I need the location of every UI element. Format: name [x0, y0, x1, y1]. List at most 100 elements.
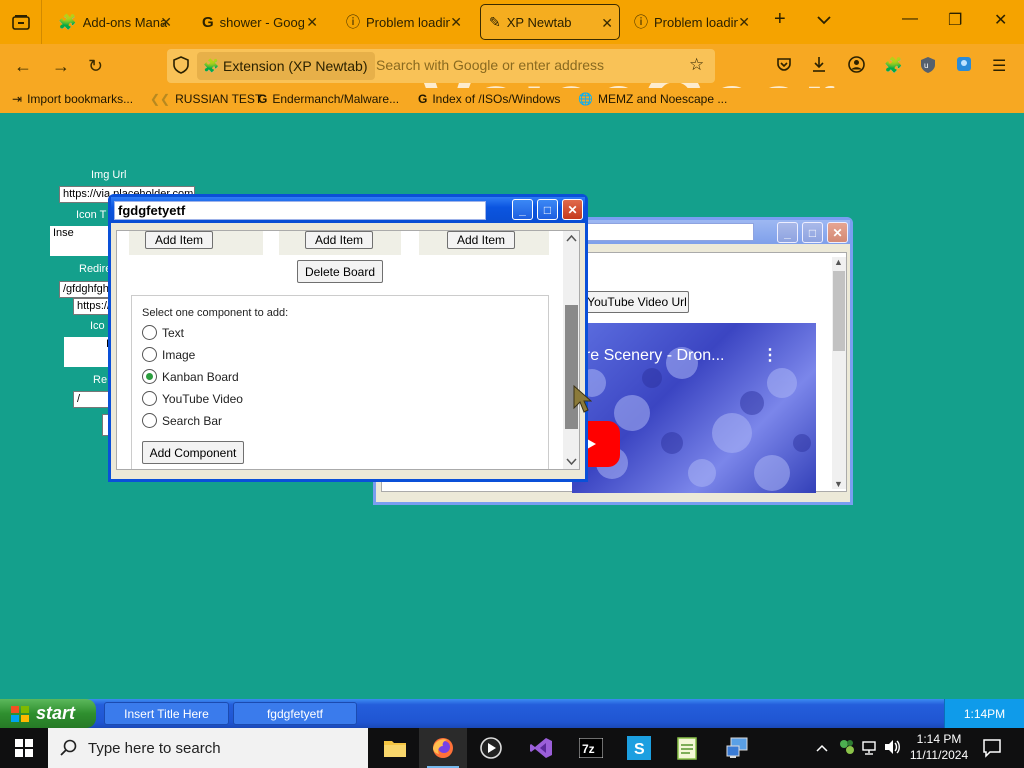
- new-tab-plus-icon[interactable]: +: [774, 8, 786, 31]
- radio-search-bar[interactable]: Search Bar: [142, 413, 222, 428]
- scroll-up-icon[interactable]: [566, 234, 577, 242]
- restore-icon[interactable]: ❐: [948, 10, 962, 30]
- taskbar-notepad-plus[interactable]: [663, 728, 711, 768]
- extension-blue-icon[interactable]: [956, 56, 972, 77]
- bookmark-isos[interactable]: G Index of /ISOs/Windows: [418, 92, 560, 106]
- delete-board-button[interactable]: Delete Board: [297, 260, 383, 283]
- radio-button[interactable]: [142, 413, 157, 428]
- bookmark-russian-test[interactable]: ❮❮ RUSSIAN TEST: [150, 92, 262, 106]
- youtube-video-player[interactable]: ure Scenery - Dron... ⋮: [572, 323, 816, 493]
- minimize-icon[interactable]: _: [777, 222, 798, 243]
- radio-text[interactable]: Text: [142, 325, 184, 340]
- close-icon[interactable]: ✕: [450, 14, 462, 31]
- radio-youtube-video[interactable]: YouTube Video: [142, 391, 243, 406]
- browser-nav-bar: VoiceGear ← → ↻ 🧩 Extension (XP Newtab) …: [0, 44, 1024, 88]
- tab-problem-loading-1[interactable]: ⓘ Problem loading page ✕: [338, 4, 468, 40]
- youtube-video-url-button[interactable]: YouTube Video Url: [585, 291, 689, 313]
- extensions-icon[interactable]: 🧩: [884, 56, 903, 75]
- window-close-icon[interactable]: ✕: [994, 10, 1007, 30]
- close-icon[interactable]: ✕: [562, 199, 583, 220]
- windows-start-button[interactable]: [0, 728, 48, 768]
- more-vert-icon[interactable]: ⋮: [762, 345, 778, 365]
- maximize-icon[interactable]: □: [802, 222, 823, 243]
- bookmark-memz[interactable]: 🌐 MEMZ and Noescape ...: [578, 92, 727, 106]
- tab-overview-button[interactable]: [0, 0, 42, 44]
- youtube-window-title-field[interactable]: [586, 223, 754, 241]
- add-item-button-2[interactable]: Add Item: [305, 231, 373, 249]
- start-button[interactable]: start: [0, 699, 96, 728]
- scroll-down-icon[interactable]: ▼: [834, 479, 843, 489]
- radio-button[interactable]: [142, 391, 157, 406]
- extension-identity-pill[interactable]: 🧩 Extension (XP Newtab): [197, 52, 376, 80]
- windows-logo-icon: [15, 739, 33, 757]
- tab-google-search[interactable]: G shower - Google Search ✕: [194, 4, 324, 40]
- close-icon[interactable]: ✕: [306, 14, 318, 31]
- chevron-down-icon[interactable]: [817, 12, 831, 30]
- minimize-icon[interactable]: _: [512, 199, 533, 220]
- kanban-window-scrollbar[interactable]: [563, 231, 579, 469]
- video-title: ure Scenery - Dron...: [576, 347, 725, 364]
- taskbar-clock[interactable]: 1:14 PM 11/11/2024: [906, 731, 972, 765]
- add-item-button-3[interactable]: Add Item: [447, 231, 515, 249]
- taskbar-file-explorer[interactable]: [371, 728, 419, 768]
- taskbar-7zip[interactable]: 7z: [567, 728, 615, 768]
- radio-button[interactable]: [142, 325, 157, 340]
- radio-image[interactable]: Image: [142, 347, 195, 362]
- bookmark-import[interactable]: ⇥ Import bookmarks...: [12, 92, 133, 106]
- youtube-window-scrollbar[interactable]: ▲ ▼: [832, 257, 846, 489]
- bookmark-endermanch[interactable]: G Endermanch/Malware...: [258, 92, 399, 106]
- notification-icon[interactable]: [982, 738, 1002, 763]
- close-icon[interactable]: ✕: [738, 14, 750, 31]
- download-icon[interactable]: [811, 56, 827, 77]
- xp-taskbar-item-insert-title[interactable]: Insert Title Here: [104, 702, 229, 725]
- icon-input-2[interactable]: I: [64, 337, 112, 367]
- redirect-input[interactable]: /gfdghfgh: [59, 281, 115, 298]
- ublock-shield-icon[interactable]: u: [920, 56, 936, 79]
- add-item-button-1[interactable]: Add Item: [145, 231, 213, 249]
- tab-problem-loading-2[interactable]: ⓘ Problem loading page ✕: [626, 4, 756, 40]
- window-title-field[interactable]: fgdgfetyetf: [114, 201, 486, 220]
- scroll-down-icon[interactable]: [566, 458, 577, 466]
- xp-taskbar-item-fgdgfetyetf[interactable]: fgdgfetyetf: [233, 702, 357, 725]
- account-icon[interactable]: [848, 56, 865, 78]
- add-component-button[interactable]: Add Component: [142, 441, 244, 464]
- radio-button[interactable]: [142, 347, 157, 362]
- tab-addons-manager[interactable]: 🧩 Add-ons Manager ✕: [50, 4, 178, 40]
- taskbar-firefox[interactable]: [419, 728, 467, 768]
- tab-xp-newtab[interactable]: ✎ XP Newtab ✕: [480, 4, 620, 40]
- reload-icon[interactable]: ↻: [88, 56, 103, 77]
- close-icon[interactable]: ✕: [160, 14, 172, 31]
- icon-title-label: Icon T: [76, 209, 107, 221]
- radio-kanban-board[interactable]: Kanban Board: [142, 369, 239, 384]
- insert-title-input[interactable]: Inse: [50, 226, 112, 256]
- taskbar-visual-studio[interactable]: [517, 728, 565, 768]
- scroll-up-icon[interactable]: ▲: [834, 257, 843, 267]
- volume-icon[interactable]: [884, 739, 902, 760]
- google-icon: G: [258, 92, 268, 106]
- maximize-icon[interactable]: □: [537, 199, 558, 220]
- windows-flag-icon: [11, 705, 29, 722]
- kanban-window-titlebar[interactable]: fgdgfetyetf _ □ ✕: [111, 197, 585, 223]
- chevron-up-icon[interactable]: [816, 740, 828, 755]
- taskbar-media-player[interactable]: [467, 728, 515, 768]
- taskbar-search-box[interactable]: Type here to search: [48, 728, 368, 768]
- back-arrow-icon[interactable]: ←: [14, 56, 32, 77]
- url-bar[interactable]: 🧩 Extension (XP Newtab) Search with Goog…: [167, 49, 715, 83]
- hamburger-menu-icon[interactable]: ☰: [992, 56, 1006, 76]
- forward-arrow-icon[interactable]: →: [52, 56, 70, 77]
- minimize-icon[interactable]: —: [902, 10, 918, 28]
- taskbar-remote-app[interactable]: [713, 728, 761, 768]
- mouse-cursor-icon: [573, 384, 592, 413]
- monitor-network-icon: [726, 737, 748, 758]
- pocket-icon[interactable]: [776, 56, 792, 77]
- tray-app-icon[interactable]: [838, 738, 856, 761]
- radio-button-selected[interactable]: [142, 369, 157, 384]
- network-icon[interactable]: [862, 739, 880, 760]
- star-icon[interactable]: ☆: [689, 55, 704, 75]
- taskbar-skype[interactable]: S: [615, 728, 663, 768]
- close-icon[interactable]: ✕: [601, 15, 613, 32]
- scroll-thumb[interactable]: [833, 271, 845, 351]
- kanban-window[interactable]: fgdgfetyetf _ □ ✕ Add Item Add Item Add …: [108, 194, 588, 482]
- re-input[interactable]: /: [73, 391, 113, 408]
- close-icon[interactable]: ✕: [827, 222, 848, 243]
